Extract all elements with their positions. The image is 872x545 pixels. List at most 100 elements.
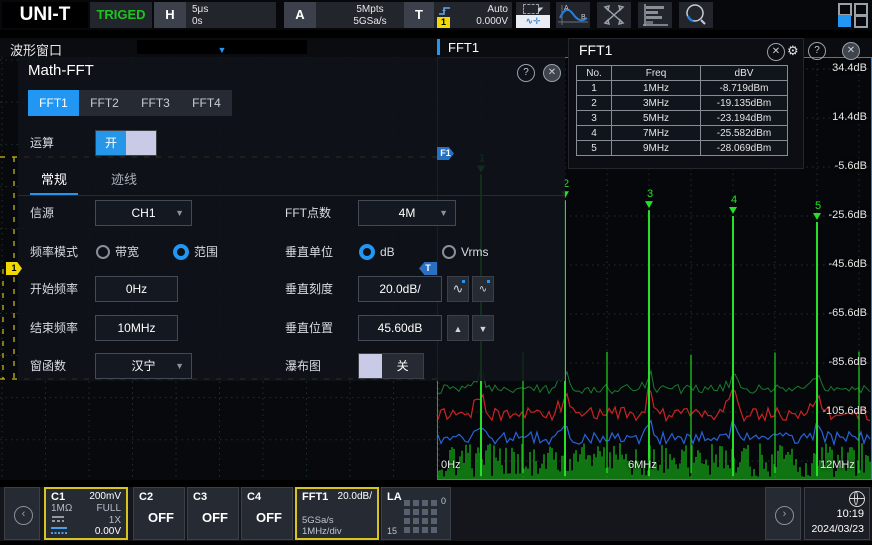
fft-points-dropdown[interactable]: 4M ▼ <box>358 200 456 226</box>
c1-impedance: 1MΩ <box>51 503 72 514</box>
window-layout-button[interactable] <box>838 2 868 28</box>
bandwidth-limit-icon <box>51 526 67 536</box>
waterfall-toggle[interactable]: 关 <box>358 353 424 379</box>
window-selector-dropdown[interactable]: ▼ <box>137 40 307 54</box>
c3-state: OFF <box>202 510 228 525</box>
clock-date: 2024/03/23 <box>811 523 864 535</box>
subtab-general[interactable]: 常规 <box>30 167 78 195</box>
globe-icon <box>849 491 865 507</box>
operation-toggle[interactable]: 开 <box>95 130 157 156</box>
trigger-level-value: 0.000V <box>476 16 508 28</box>
freq-axis-label: 6MHz <box>628 459 657 471</box>
dialog-help-icon[interactable]: ? <box>517 64 535 82</box>
source-label: 信源 <box>30 200 54 226</box>
fft-scale: 20.0dB/ <box>338 491 372 503</box>
vertical-position-field[interactable]: 45.60dB <box>358 315 442 341</box>
fft-window-help-icon[interactable]: ? <box>808 42 826 60</box>
radio-range[interactable] <box>173 244 189 260</box>
chevron-down-icon: ▼ <box>175 201 184 225</box>
position-down-button[interactable]: ▼ <box>472 315 494 341</box>
tab-fft1[interactable]: FFT1 <box>28 90 79 116</box>
col-header-no: No. <box>577 66 612 81</box>
radio-vrms[interactable] <box>442 245 456 259</box>
subtab-trace[interactable]: 迹线 <box>100 167 148 193</box>
svg-text:B: B <box>581 14 586 21</box>
tab-fft3[interactable]: FFT3 <box>130 90 181 116</box>
panel-settings-gear-icon[interactable]: ⚙ <box>787 43 799 59</box>
selection-rect-icon <box>523 4 539 14</box>
fft-span: 1MHz/div <box>302 526 342 537</box>
tab-fft2[interactable]: FFT2 <box>79 90 130 116</box>
window-fn-dropdown[interactable]: 汉宁 ▼ <box>95 353 192 379</box>
start-freq-label: 开始频率 <box>30 276 78 302</box>
c1-scale: 200mV <box>89 491 121 503</box>
search-tool-button[interactable] <box>679 2 713 28</box>
la-status-box[interactable]: LA 0 15 <box>381 487 451 540</box>
source-value: CH1 <box>131 206 155 220</box>
la-name: LA <box>387 491 402 503</box>
datetime-panel[interactable]: 10:19 2024/03/23 <box>804 487 870 540</box>
channel2-status-box[interactable]: C2 OFF <box>133 487 185 540</box>
channel1-status-box[interactable]: C1 200mV 1MΩ FULL 1X 0.00V <box>44 487 128 540</box>
fft1-status-box[interactable]: FFT1 20.0dB/ 5GSa/s 1MHz/div <box>295 487 379 540</box>
la-low-bit: 15 <box>387 526 397 536</box>
cursor-arrow-icon: ◤ <box>538 6 543 14</box>
magnifier-icon <box>679 2 713 28</box>
panel-close-icon[interactable]: ✕ <box>767 43 785 61</box>
waterfall-label: 瀑布图 <box>285 353 321 379</box>
tab-fft1-window[interactable]: FFT1 <box>448 40 479 55</box>
dialog-close-icon[interactable]: ✕ <box>543 64 561 82</box>
timebase-value: 5μs <box>192 4 208 16</box>
la-bit-cell <box>431 509 437 515</box>
channel4-status-box[interactable]: C4 OFF <box>241 487 293 540</box>
la-bit-cell <box>413 518 419 524</box>
table-row: 23MHz-19.135dBm <box>577 96 788 111</box>
crossed-pencils-icon <box>597 2 631 28</box>
col-header-dbv: dBV <box>701 66 788 81</box>
cursor-measure-button[interactable]: AB <box>556 2 590 28</box>
position-up-button[interactable]: ▲ <box>447 315 469 341</box>
channels-collapse-button[interactable]: ‹ <box>4 487 40 540</box>
brand-logo: UNI-T <box>2 2 88 28</box>
channel3-status-box[interactable]: C3 OFF <box>187 487 239 540</box>
waveform-move-tool-button[interactable]: ◤ ∿✛ <box>516 2 550 28</box>
radio-bandwidth[interactable] <box>96 245 110 259</box>
fft1-measurement-panel: FFT1 ✕ ⚙ No. Freq dBV 11MHz-8.719dBm23MH… <box>568 38 804 169</box>
trigger-settings-button[interactable]: T 1 Auto 0.000V <box>404 2 512 28</box>
divider <box>18 195 565 196</box>
annotate-tool-button[interactable] <box>597 2 631 28</box>
scale-fine-button[interactable]: ∿ <box>472 276 494 302</box>
fft-window-close-icon[interactable]: ✕ <box>842 42 860 60</box>
source-dropdown[interactable]: CH1 ▼ <box>95 200 192 226</box>
c1-offset: 0.00V <box>95 526 121 537</box>
c2-state: OFF <box>148 510 174 525</box>
end-freq-field[interactable]: 10MHz <box>95 315 178 341</box>
la-bit-cell <box>431 527 437 533</box>
dc-coupling-icon <box>51 515 65 524</box>
clock-time: 10:19 <box>836 508 864 520</box>
chevron-down-icon: ▼ <box>175 354 184 378</box>
fft-name: FFT1 <box>302 491 328 503</box>
scale-coarse-button[interactable]: ∿ <box>447 276 469 302</box>
bottom-status-bar: ‹ C1 200mV 1MΩ FULL 1X 0.00V C2 OFF <box>0 487 872 541</box>
table-row: 35MHz-23.194dBm <box>577 111 788 126</box>
fft-points-value: 4M <box>399 206 416 220</box>
vertical-scale-field[interactable]: 20.0dB/ <box>358 276 442 302</box>
table-row: 59MHz-28.069dBm <box>577 141 788 156</box>
horizontal-settings-button[interactable]: H 5μs 0s <box>154 2 276 28</box>
la-bit-cell <box>404 518 410 524</box>
chevron-down-icon: ▼ <box>439 201 448 225</box>
histogram-tool-button[interactable] <box>638 2 672 28</box>
window-fn-label: 窗函数 <box>30 353 66 379</box>
chevron-down-icon: ▼ <box>218 45 227 55</box>
radio-db[interactable] <box>359 244 375 260</box>
chevron-left-icon: ‹ <box>14 506 33 525</box>
tab-fft4[interactable]: FFT4 <box>181 90 232 116</box>
panels-expand-button[interactable]: › <box>765 487 801 540</box>
toggle-on-label: 开 <box>96 131 126 155</box>
chevron-right-icon: › <box>775 506 794 525</box>
panel-title: FFT1 <box>579 42 612 58</box>
toggle-off-label: 关 <box>382 354 423 378</box>
freq-axis-label: 0Hz <box>441 459 461 471</box>
start-freq-field[interactable]: 0Hz <box>95 276 178 302</box>
